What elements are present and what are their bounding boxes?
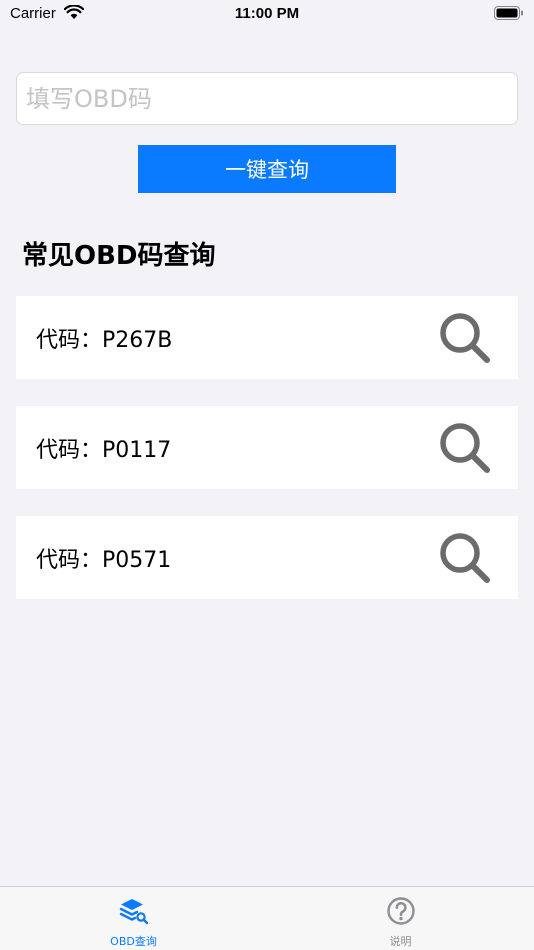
layers-search-icon (119, 899, 148, 925)
obd-code-input[interactable] (17, 73, 517, 124)
query-button[interactable]: 一键查询 (138, 145, 396, 193)
question-circle-icon (386, 897, 415, 925)
code-card[interactable]: 代码：P267B (16, 296, 518, 379)
status-bar: Carrier 11:00 PM (0, 0, 534, 28)
common-code-list: 代码：P267B 代码：P0117 代码：P0571 (16, 296, 518, 626)
code-card[interactable]: 代码：P0571 (16, 516, 518, 599)
battery-icon (494, 6, 523, 20)
code-card[interactable]: 代码：P0117 (16, 406, 518, 489)
section-title: 常见OBD码查询 (22, 241, 216, 271)
code-label: 代码：P0571 (36, 547, 172, 573)
search-icon[interactable] (438, 421, 492, 475)
tab-bar: OBD查询 说明 (0, 886, 534, 950)
code-label: 代码：P267B (36, 327, 173, 353)
search-icon[interactable] (438, 531, 492, 585)
code-label: 代码：P0117 (36, 437, 172, 463)
tab-instructions[interactable]: 说明 (267, 887, 534, 950)
tab-label: 说明 (389, 935, 412, 948)
search-icon[interactable] (438, 311, 492, 365)
tab-obd-query[interactable]: OBD查询 (0, 887, 267, 950)
tab-label: OBD查询 (110, 935, 157, 948)
status-time: 11:00 PM (234, 5, 300, 22)
obd-input-container (16, 72, 518, 125)
